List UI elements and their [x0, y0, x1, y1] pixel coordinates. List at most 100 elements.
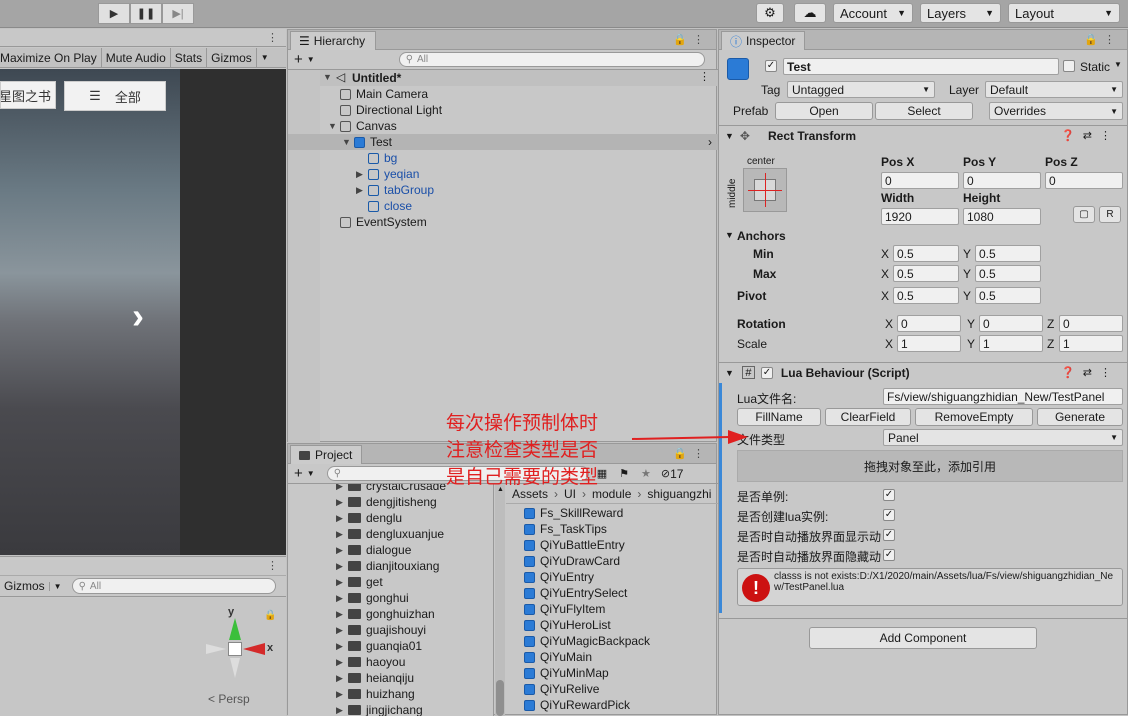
account-dropdown[interactable]: Account ▼: [833, 3, 913, 23]
asset-item[interactable]: QiYuEntrySelect: [524, 585, 627, 601]
option-checkbox[interactable]: ✓: [883, 549, 895, 561]
expand-icon[interactable]: ▶: [356, 185, 368, 196]
expand-icon[interactable]: ▼: [323, 72, 335, 82]
game-left-button[interactable]: 星图之书: [0, 81, 56, 109]
expand-icon[interactable]: ▶: [336, 593, 348, 604]
persp-label[interactable]: < Persp: [208, 692, 250, 706]
asset-item[interactable]: QiYuFlyItem: [524, 601, 605, 617]
hierarchy-item[interactable]: ▼ Canvas: [320, 118, 718, 134]
folder-item[interactable]: ▶ dengluxuanjue: [336, 526, 444, 542]
pivot-y-field[interactable]: 0.5: [975, 287, 1041, 304]
expand-icon[interactable]: ▶: [336, 545, 348, 556]
expand-icon[interactable]: ▼: [342, 137, 354, 147]
expand-icon[interactable]: ▶: [336, 641, 348, 652]
chevron-down-icon[interactable]: ▼: [1114, 60, 1122, 69]
asset-item[interactable]: QiYuEntry: [524, 569, 594, 585]
blueprint-mode-button[interactable]: ▢: [1073, 206, 1095, 223]
folder-item[interactable]: ▶ guajishouyi: [336, 622, 426, 638]
add-component-button[interactable]: Add Component: [809, 627, 1037, 649]
component-icons[interactable]: ❓⇄⋮: [1061, 129, 1119, 142]
axis-x-cone[interactable]: [243, 643, 265, 655]
folder-item[interactable]: ▶ heianqiju: [336, 670, 414, 686]
lua-file-field[interactable]: Fs/view/shiguangzhidian_New/TestPanel: [883, 388, 1123, 405]
raw-edit-button[interactable]: R: [1099, 206, 1121, 223]
expand-icon[interactable]: ▼: [328, 121, 340, 131]
expand-icon[interactable]: ▶: [336, 625, 348, 636]
pivot-x-field[interactable]: 0.5: [893, 287, 959, 304]
hierarchy-item[interactable]: bg: [320, 150, 718, 166]
active-checkbox[interactable]: ✓: [765, 60, 777, 72]
anchor-max-x-field[interactable]: 0.5: [893, 265, 959, 282]
asset-item[interactable]: QiYuRelive: [524, 681, 599, 697]
pause-button[interactable]: ❚❚: [130, 3, 162, 24]
add-icon[interactable]: +: [288, 465, 307, 482]
folder-item[interactable]: ▶ dengjitisheng: [336, 494, 437, 510]
collab-button[interactable]: ⚙: [756, 3, 784, 23]
pos-field[interactable]: 0: [963, 172, 1041, 189]
hierarchy-item[interactable]: ▼ Test ›: [288, 134, 718, 150]
play-button[interactable]: ▶: [98, 3, 130, 24]
panel-icons[interactable]: 🔒⋮: [1084, 33, 1121, 46]
scene-search-input[interactable]: ⚲ All: [71, 578, 276, 594]
folder-item[interactable]: ▶ dialogue: [336, 542, 411, 558]
rotation-x-field[interactable]: 0: [897, 315, 961, 332]
generate-button[interactable]: Generate: [1037, 408, 1123, 426]
chevron-down-icon[interactable]: ▼: [255, 47, 273, 68]
expand-icon[interactable]: ▶: [336, 497, 348, 508]
kebab-icon[interactable]: ⋮: [267, 31, 278, 44]
breadcrumb-folder[interactable]: shiguangzhi: [647, 487, 711, 501]
add-icon[interactable]: +: [288, 51, 307, 68]
expand-icon[interactable]: ▶: [336, 513, 348, 524]
gizmos-toggle[interactable]: Gizmos: [207, 48, 256, 68]
game-viewport[interactable]: 星图之书 ☰ 全部 ›: [0, 69, 180, 555]
height-field[interactable]: 1080: [963, 208, 1041, 225]
hierarchy-item[interactable]: Directional Light: [320, 102, 718, 118]
lua-enabled-checkbox[interactable]: ✓: [760, 366, 773, 379]
folder-item[interactable]: ▶ get: [336, 574, 383, 590]
drop-zone[interactable]: 拖拽对象至此，添加引用: [737, 450, 1123, 482]
folder-item[interactable]: ▶ haoyou: [336, 654, 405, 670]
tab-project[interactable]: Project: [290, 445, 362, 464]
expand-icon[interactable]: ▶: [336, 657, 348, 668]
rect-transform-header[interactable]: ▼ ✥ Rect Transform ❓⇄⋮: [719, 125, 1127, 145]
folder-item[interactable]: ▶ dianjitouxiang: [336, 558, 439, 574]
open-prefab-icon[interactable]: ›: [708, 135, 712, 149]
asset-item[interactable]: QiYuMagicBackpack: [524, 633, 650, 649]
prefab-select-button[interactable]: Select: [875, 102, 973, 120]
expand-icon[interactable]: ▶: [336, 561, 348, 572]
collapse-icon[interactable]: ▼: [725, 131, 734, 141]
collapse-icon[interactable]: ▼: [725, 230, 734, 240]
asset-item[interactable]: QiYuRewardPick: [524, 697, 630, 713]
expand-icon[interactable]: ▶: [356, 169, 368, 180]
rotation-z-field[interactable]: 0: [1059, 315, 1123, 332]
option-checkbox[interactable]: ✓: [883, 509, 895, 521]
lock-icon[interactable]: 🔒: [264, 610, 276, 621]
prefab-overrides-dropdown[interactable]: Overrides ▼: [989, 102, 1123, 120]
folder-item[interactable]: ▶ crystalCrusade: [336, 484, 446, 494]
fillname-button[interactable]: FillName: [737, 408, 821, 426]
chevron-down-icon[interactable]: ▼: [307, 469, 315, 478]
object-name-field[interactable]: Test: [783, 58, 1059, 75]
tab-inspector[interactable]: ⓘ Inspector: [721, 31, 805, 50]
asset-item[interactable]: QiYuHeroList: [524, 617, 611, 633]
axis-neg-x-cone[interactable]: [206, 644, 226, 654]
hidden-packages-icon[interactable]: ⊘: [661, 467, 670, 480]
static-checkbox[interactable]: [1063, 60, 1075, 72]
anchor-max-y-field[interactable]: 0.5: [975, 265, 1041, 282]
favorite-star-icon[interactable]: ★: [641, 467, 651, 480]
maximize-on-play-toggle[interactable]: Maximize On Play: [0, 47, 102, 68]
asset-item[interactable]: Fs_SkillReward: [524, 505, 623, 521]
asset-item[interactable]: QiYuBattleEntry: [524, 537, 625, 553]
folder-item[interactable]: ▶ gonghuizhan: [336, 606, 435, 622]
pos-field[interactable]: 0: [881, 172, 959, 189]
gizmo-center[interactable]: [228, 642, 242, 656]
expand-icon[interactable]: ▶: [336, 577, 348, 588]
tag-dropdown[interactable]: Untagged ▼: [787, 81, 935, 98]
removeempty-button[interactable]: RemoveEmpty: [915, 408, 1033, 426]
anchor-min-y-field[interactable]: 0.5: [975, 245, 1041, 262]
layout-dropdown[interactable]: Layout ▼: [1008, 3, 1120, 23]
chevron-down-icon[interactable]: ▼: [48, 581, 66, 591]
expand-icon[interactable]: ▶: [336, 529, 348, 540]
panel-icons[interactable]: 🔒⋮: [673, 33, 710, 46]
hierarchy-search-input[interactable]: ⚲ All: [398, 52, 705, 67]
